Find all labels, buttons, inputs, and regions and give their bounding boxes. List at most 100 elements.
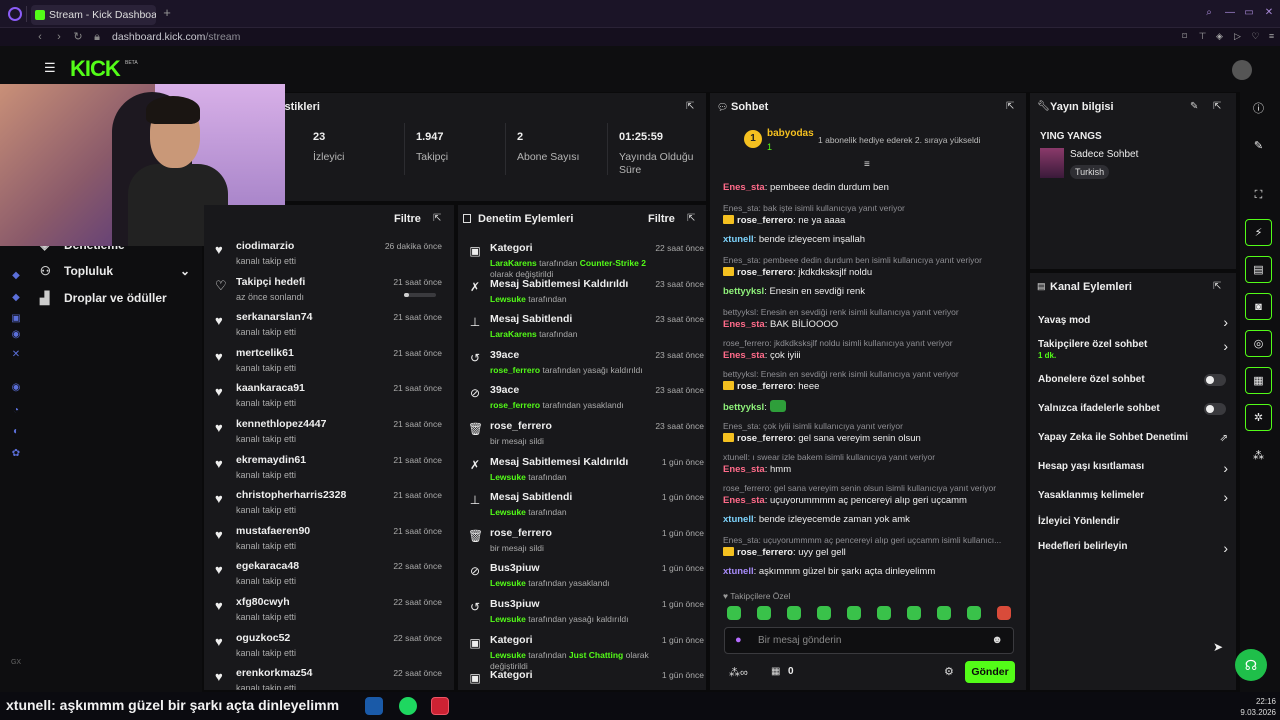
- chat-message[interactable]: Enes_sta: BAK BİLİOOOO: [723, 319, 1015, 330]
- chat-message[interactable]: rose_ferrero: jkdkdksksjlf noldu: [723, 267, 1015, 278]
- expand-icon[interactable]: ⇱: [433, 213, 444, 224]
- expand-icon[interactable]: ⇱: [687, 213, 698, 224]
- chat-username[interactable]: rose_ferrero: [737, 547, 793, 558]
- emote-icon[interactable]: [877, 606, 891, 620]
- emote-icon[interactable]: [967, 606, 981, 620]
- notes-icon[interactable]: ▤: [1245, 256, 1272, 283]
- list-item[interactable]: ♥ kennethlopez4447 kanalı takip etti 21 saa…: [210, 416, 446, 452]
- minimize-icon[interactable]: —: [1224, 7, 1236, 19]
- shield-icon[interactable]: ◆: [10, 270, 22, 282]
- infinity-icon[interactable]: ⁂∞: [729, 666, 748, 679]
- filter-button[interactable]: Filtre: [648, 213, 675, 225]
- expand-pinned-icon[interactable]: ≡: [864, 159, 870, 170]
- actions-icon[interactable]: ▦: [1245, 367, 1272, 394]
- action-actor[interactable]: Lewsuke: [490, 472, 526, 482]
- channel-action-item[interactable]: Hedefleri belirleyin ›: [1038, 541, 1228, 559]
- action-actor[interactable]: LaraKarens: [490, 329, 537, 339]
- toggle-switch[interactable]: [1204, 403, 1226, 415]
- chat-username[interactable]: rose_ferrero: [737, 267, 793, 278]
- chat-message[interactable]: rose_ferrero: heee: [723, 381, 1015, 392]
- back-icon[interactable]: ‹: [33, 30, 47, 44]
- list-item[interactable]: ♥ kaankaraca91 kanalı takip etti 21 saat ön…: [210, 380, 446, 416]
- expand-icon[interactable]: ⇱: [1213, 281, 1224, 292]
- moderation-item[interactable]: ✗ Mesaj Sabitlemesi Kaldırıldı Lewsuke tar…: [464, 277, 704, 313]
- chat-username[interactable]: xtunell: [723, 514, 754, 525]
- action-actor[interactable]: Lewsuke: [490, 507, 526, 517]
- moderation-item[interactable]: ✗ Mesaj Sabitlemesi Kaldırıldı Lewsuke tar…: [464, 455, 704, 491]
- new-tab-button[interactable]: +: [160, 5, 174, 21]
- channel-action-item[interactable]: Yalnızca ifadelerle sohbet: [1038, 403, 1228, 421]
- list-item[interactable]: ♥ christopherharris2328 kanalı takip etti 2…: [210, 487, 446, 523]
- settings-icon[interactable]: ⚙: [944, 665, 954, 678]
- action-actor[interactable]: Lewsuke: [490, 578, 526, 588]
- emote-icon[interactable]: [727, 606, 741, 620]
- emote-icon[interactable]: [997, 606, 1011, 620]
- moderation-item[interactable]: ↺ 39ace rose_ferrero tarafından yasağı kal…: [464, 348, 704, 384]
- snapshot-icon[interactable]: ⌑: [1179, 31, 1190, 42]
- clock-icon[interactable]: ◔: [10, 405, 22, 417]
- list-item[interactable]: ♥ oguzkoc52 kanalı takip etti 22 saat önce: [210, 630, 446, 666]
- list-item[interactable]: ♥ ciodimarzio kanalı takip etti 26 dakika ö…: [210, 238, 446, 274]
- chat-message[interactable]: Enes_sta: pembeee dedin durdum ben: [723, 182, 1015, 193]
- action-actor[interactable]: Lewsuke: [490, 650, 526, 660]
- wrench-icon[interactable]: ✲: [1245, 404, 1272, 431]
- settings-icon[interactable]: ✿: [10, 448, 22, 460]
- opera-logo-icon[interactable]: [8, 7, 22, 21]
- action-target[interactable]: Counter-Strike 2: [580, 258, 646, 268]
- chat-username[interactable]: bettyyksl: [723, 402, 764, 413]
- broadcast-icon[interactable]: ◎: [1245, 330, 1272, 357]
- list-item[interactable]: ♥ mustafaeren90 kanalı takip etti 21 saat ö…: [210, 523, 446, 559]
- chat-message[interactable]: xtunell: aşkımmm güzel bir şarkı açta di…: [723, 566, 1015, 577]
- list-item[interactable]: ♥ erenkorkmaz54 kanalı takip etti 22 saat ö…: [210, 665, 446, 690]
- channel-action-item[interactable]: Yasaklanmış kelimeler ›: [1038, 490, 1228, 508]
- nav-item-droplar[interactable]: ▟ Droplar ve ödüller: [40, 290, 167, 306]
- heart-icon[interactable]: ♡: [1250, 31, 1261, 42]
- expand-icon[interactable]: ⇱: [1006, 101, 1017, 112]
- action-actor[interactable]: LaraKarens: [490, 258, 537, 268]
- chat-message[interactable]: Enes_sta: hmm: [723, 464, 1015, 475]
- action-actor[interactable]: rose_ferrero: [490, 400, 540, 410]
- filter-button[interactable]: Filtre: [394, 213, 421, 225]
- action-actor[interactable]: Lewsuke: [490, 614, 526, 624]
- emote-icon[interactable]: [937, 606, 951, 620]
- url-field[interactable]: dashboard.kick.com/stream: [112, 30, 240, 44]
- kick-logo[interactable]: KICK: [70, 58, 121, 80]
- chat-username[interactable]: Enes_sta: [723, 350, 765, 361]
- moderation-item[interactable]: ▣ Kategori Lewsuke tarafından Just Chattin…: [464, 633, 704, 671]
- emote-icon[interactable]: [787, 606, 801, 620]
- channel-action-item[interactable]: Abonelere özel sohbet: [1038, 374, 1228, 392]
- nav-item-topluluk[interactable]: ⚇ Topluluk ⌄: [40, 263, 190, 279]
- emote-icon[interactable]: [847, 606, 861, 620]
- chat-username[interactable]: Enes_sta: [723, 182, 765, 193]
- fullscreen-icon[interactable]: ⛶: [1245, 182, 1272, 209]
- moderation-item[interactable]: ⊥ Mesaj Sabitlendi Lewsuke tarafından 1 gün…: [464, 490, 704, 526]
- chat-message-input[interactable]: ● Bir mesaj gönderin ☻: [724, 627, 1014, 654]
- chat-username[interactable]: Enes_sta: [723, 464, 765, 475]
- chat-message[interactable]: bettyyksl: Enesin en sevdiği renk: [723, 286, 1015, 297]
- action-target[interactable]: Just Chatting: [569, 650, 623, 660]
- circle-icon[interactable]: ◉: [10, 382, 22, 394]
- reload-icon[interactable]: ↻: [71, 30, 85, 44]
- forward-icon[interactable]: ›: [52, 30, 66, 44]
- emote-icon[interactable]: [907, 606, 921, 620]
- moderation-item[interactable]: ▣ Kategori 1 gün önce: [464, 668, 704, 690]
- channel-action-item[interactable]: Takipçilere özel sohbet 1 dk. ›: [1038, 339, 1228, 360]
- x-icon[interactable]: ✕: [10, 349, 22, 361]
- chat-message[interactable]: rose_ferrero: ne ya aaaa: [723, 215, 1015, 226]
- channel-action-item[interactable]: Hesap yaşı kısıtlaması ›: [1038, 461, 1228, 479]
- channel-action-item[interactable]: İzleyici Yönlendir: [1038, 516, 1228, 534]
- chat-icon[interactable]: ◙: [1245, 293, 1272, 320]
- edit-icon[interactable]: ✎: [1190, 101, 1201, 112]
- chat-message[interactable]: rose_ferrero: gel sana vereyim senin ols…: [723, 433, 1015, 444]
- apps-icon[interactable]: ⁂: [1245, 443, 1272, 470]
- moderation-item[interactable]: 🗑︎ rose_ferrero bir mesajı sildi 1 gün önce: [464, 526, 704, 562]
- gx-icon[interactable]: GX: [10, 657, 22, 669]
- send-button[interactable]: Gönder: [965, 661, 1015, 683]
- moderation-item[interactable]: 🗑︎ rose_ferrero bir mesajı sildi 23 saat ön…: [464, 419, 704, 455]
- list-item[interactable]: ♥ ekremaydin61 kanalı takip etti 21 saat ön…: [210, 452, 446, 488]
- chat-message[interactable]: xtunell: bende izleyecem inşallah: [723, 234, 1015, 245]
- discord-icon[interactable]: ◐: [10, 426, 22, 438]
- lightning-icon[interactable]: ⚡︎: [1245, 219, 1272, 246]
- chat-message[interactable]: Enes_sta: çok iyiii: [723, 350, 1015, 361]
- browser-tab[interactable]: Stream - Kick Dashboard: [31, 5, 156, 25]
